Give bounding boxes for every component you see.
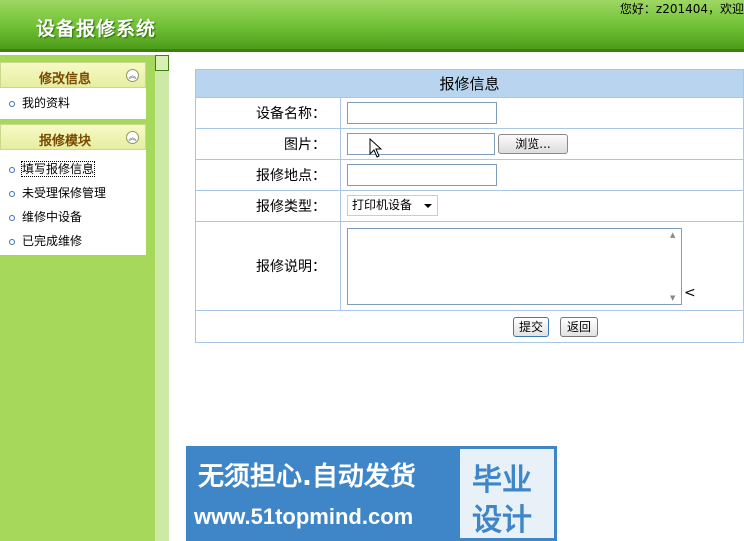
bullet-icon	[9, 215, 15, 221]
textarea-scrollbar[interactable]: ▲ ▼	[667, 229, 681, 304]
section-header-repair[interactable]: 报修模块 ︽	[0, 124, 146, 150]
section-title: 报修模块	[39, 134, 92, 149]
device-name-input[interactable]	[347, 102, 497, 124]
collapse-icon[interactable]: ︽	[126, 69, 139, 82]
section-title: 修改信息	[39, 72, 92, 87]
sidebar-item-label: 填写报修信息	[20, 161, 96, 177]
row-picture: 图片： 浏览...	[196, 129, 743, 160]
submit-button[interactable]: 提交	[513, 317, 549, 337]
mouse-cursor-icon	[369, 138, 383, 158]
banner-slogan: 无须担心.自动发货	[198, 462, 416, 492]
sidebar-item-label: 已完成维修	[22, 234, 83, 248]
sidebar-item-completed[interactable]: 已完成维修	[0, 229, 146, 253]
page: 设备报修系统 您好：z201404，欢迎 修改信息 ︽ 我的资料 报修模块 ︽ …	[0, 0, 744, 541]
scroll-up-icon[interactable]: ▲	[670, 231, 675, 239]
bullet-icon	[9, 191, 15, 197]
row-device-name: 设备名称：	[196, 98, 743, 129]
label-description: 报修说明：	[196, 222, 341, 310]
bullet-icon	[9, 167, 15, 173]
location-input[interactable]	[347, 164, 497, 186]
scroll-down-icon[interactable]: ▼	[670, 294, 675, 302]
header-bar: 设备报修系统 您好：z201404，欢迎	[0, 0, 744, 52]
banner-box-bottom: 设计	[472, 503, 532, 538]
sidebar-item-my-profile[interactable]: 我的资料	[0, 91, 146, 115]
sidebar-splitter[interactable]	[155, 55, 169, 541]
label-device-name: 设备名称：	[196, 98, 341, 128]
sidebar-item-in-repair[interactable]: 维修中设备	[0, 205, 146, 229]
banner-url: www.51topmind.com	[194, 504, 414, 529]
dropdown-arrow-icon	[424, 204, 432, 208]
row-description: 报修说明： ▲ ▼ <	[196, 222, 743, 311]
label-type: 报修类型：	[196, 191, 341, 221]
row-location: 报修地点：	[196, 160, 743, 191]
repair-type-select[interactable]: 打印机设备	[347, 195, 438, 216]
banner-logo-box: 毕业 设计	[459, 448, 555, 539]
row-type: 报修类型： 打印机设备	[196, 191, 743, 222]
collapse-icon[interactable]: ︽	[126, 131, 139, 144]
sidebar-item-fill-repair[interactable]: 填写报修信息	[0, 157, 146, 181]
resize-handle-icon[interactable]: <	[684, 285, 696, 301]
form-title: 报修信息	[196, 70, 743, 98]
bullet-icon	[9, 239, 15, 245]
sidebar-section-profile: 修改信息 ︽ 我的资料	[0, 62, 146, 119]
select-value: 打印机设备	[352, 198, 413, 212]
watermark-banner: 无须担心.自动发货 www.51topmind.com 毕业 设计	[186, 446, 557, 541]
browse-button[interactable]: 浏览...	[498, 134, 568, 154]
welcome-text: 您好：z201404，欢迎	[619, 2, 744, 16]
repair-form: 报修信息 设备名称： 图片： 浏览... 报修地点： 报修类型： 打印机设备 报…	[195, 69, 744, 343]
sidebar-toggle-icon[interactable]	[155, 55, 169, 71]
row-actions: 提交 返回	[196, 311, 743, 342]
sidebar-item-label: 维修中设备	[22, 210, 83, 224]
bullet-icon	[9, 101, 15, 107]
label-picture: 图片：	[196, 129, 341, 159]
label-location: 报修地点：	[196, 160, 341, 190]
sidebar-item-label: 未受理保修管理	[22, 186, 107, 200]
sidebar-item-unaccepted[interactable]: 未受理保修管理	[0, 181, 146, 205]
description-textarea[interactable]: ▲ ▼	[347, 228, 682, 305]
app-title: 设备报修系统	[36, 18, 157, 40]
banner-box-top: 毕业	[472, 463, 532, 498]
back-button[interactable]: 返回	[560, 317, 598, 337]
sidebar-item-label: 我的资料	[22, 96, 71, 110]
sidebar-section-repair: 报修模块 ︽ 填写报修信息 未受理保修管理 维修中设备 已完成维修	[0, 124, 146, 255]
section-header-profile[interactable]: 修改信息 ︽	[0, 62, 146, 88]
